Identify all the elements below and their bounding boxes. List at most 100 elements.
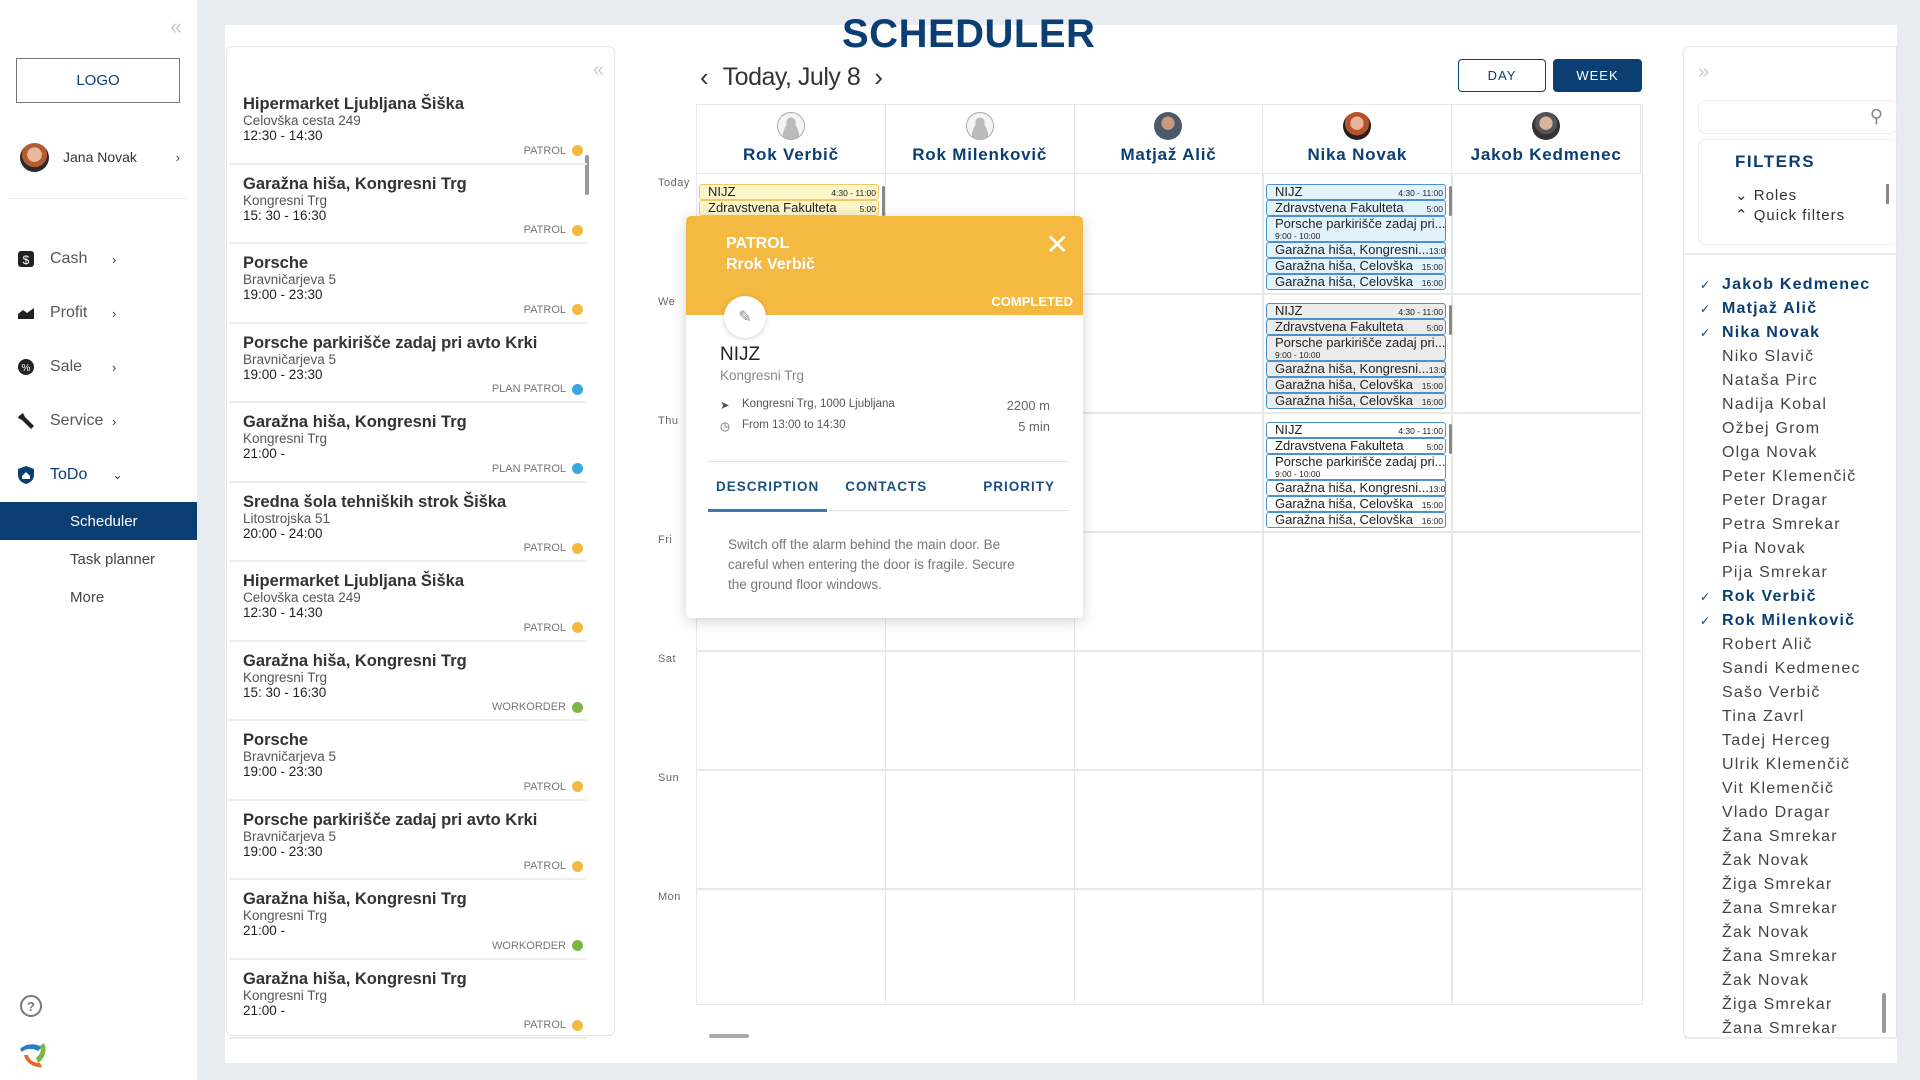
scrollbar[interactable] — [882, 186, 885, 216]
task-list-item[interactable]: Porsche Bravničarjeva 5 19:00 - 23:30 PA… — [229, 244, 587, 324]
user-profile[interactable]: Jana Novak › — [20, 140, 180, 174]
task-list-item[interactable]: Garažna hiša, Kongresni Trg Kongresni Tr… — [229, 880, 587, 960]
scrollbar[interactable] — [1886, 184, 1889, 204]
calendar-event[interactable]: NIJZ 4:30 - 11:00 — [1266, 184, 1446, 200]
person-filter-item[interactable]: Ulrik Klemenčič — [1700, 753, 1890, 777]
calendar-event[interactable]: Porsche parkirišče zadaj pri... 9:00 - 1… — [1266, 454, 1446, 480]
person-filter-item[interactable]: Olga Novak — [1700, 441, 1890, 465]
collapse-list-icon[interactable]: « — [593, 59, 604, 82]
person-filter-item[interactable]: Robert Alič — [1700, 633, 1890, 657]
calendar-event[interactable]: Zdravstvena Fakulteta 5:00 — [1266, 319, 1446, 335]
sub-item-task-planner[interactable]: Task planner — [0, 540, 197, 578]
nav-item-profit[interactable]: Profit › — [0, 286, 197, 340]
person-filter-item[interactable]: Žana Smrekar — [1700, 897, 1890, 921]
calendar-event[interactable]: Porsche parkirišče zadaj pri... 9:00 - 1… — [1266, 216, 1446, 242]
person-filter-item[interactable]: Vit Klemenčič — [1700, 777, 1890, 801]
calendar-event[interactable]: Garažna hiša, Celovška 16:00 — [1266, 393, 1446, 409]
filter-roles[interactable]: ⌄ Roles — [1735, 186, 1797, 204]
help-icon[interactable]: ? — [20, 995, 42, 1017]
person-filter-item[interactable]: Petra Smrekar — [1700, 513, 1890, 537]
calendar-event[interactable]: Garažna hiša, Celovška 15:00 — [1266, 377, 1446, 393]
day-view-button[interactable]: DAY — [1458, 59, 1546, 92]
expand-panel-icon[interactable]: » — [1698, 61, 1709, 84]
column-header[interactable]: Rok Milenkovič — [885, 105, 1075, 174]
scrollbar[interactable] — [1882, 993, 1886, 1033]
chevron-right-icon[interactable]: › — [874, 62, 883, 93]
edit-button[interactable]: ✎ — [724, 296, 766, 338]
column-header[interactable]: Nika Novak — [1263, 105, 1453, 174]
person-filter-item[interactable]: Žak Novak — [1700, 921, 1890, 945]
calendar-event[interactable]: NIJZ 4:30 - 11:00 — [1266, 422, 1446, 438]
tab-contacts[interactable]: CONTACTS — [845, 462, 927, 510]
person-filter-item[interactable]: Peter Klemenčič — [1700, 465, 1890, 489]
person-filter-item[interactable]: Tina Zavrl — [1700, 705, 1890, 729]
person-filter-item[interactable]: ✓ Nika Novak — [1700, 321, 1890, 345]
calendar-event[interactable]: Garažna hiša, Celovška 15:00 — [1266, 496, 1446, 512]
person-filter-item[interactable]: Žiga Smrekar — [1700, 873, 1890, 897]
person-filter-item[interactable]: Tadej Herceg — [1700, 729, 1890, 753]
filter-quick-filters[interactable]: ⌃ Quick filters — [1735, 206, 1845, 224]
person-filter-item[interactable]: Pia Novak — [1700, 537, 1890, 561]
task-list-item[interactable]: Garažna hiša, Kongresni Trg Kongresni Tr… — [229, 642, 587, 721]
task-list-item[interactable]: Garažna hiša, Kongresni Trg Kongresni Tr… — [229, 403, 587, 483]
person-filter-item[interactable]: Sandi Kedmenec — [1700, 657, 1890, 681]
person-filter-item[interactable]: ✓ Jakob Kedmenec — [1700, 273, 1890, 297]
calendar-event[interactable]: Garažna hiša, Celovška 16:00 — [1266, 512, 1446, 528]
tab-priority[interactable]: PRIORITY — [983, 462, 1055, 510]
calendar-event[interactable]: Zdravstvena Fakulteta 5:00 — [1266, 438, 1446, 454]
task-list-item[interactable]: Porsche parkirišče zadaj pri avto Krki B… — [229, 324, 587, 403]
column-header[interactable]: Matjaž Alič — [1074, 105, 1264, 174]
person-filter-item[interactable]: Žiga Smrekar — [1700, 993, 1890, 1017]
task-list-item[interactable]: Hipermarket Ljubljana Šiška Celovška ces… — [229, 562, 587, 642]
nav-item-todo[interactable]: ToDo ⌄ — [0, 448, 197, 502]
person-filter-item[interactable]: Sašo Verbič — [1700, 681, 1890, 705]
calendar-event[interactable]: Garažna hiša, Kongresni... 13:00 — [1266, 480, 1446, 496]
person-filter-item[interactable]: Žana Smrekar — [1700, 945, 1890, 969]
task-list-item[interactable]: Garažna hiša, Kongresni Trg Kongresni Tr… — [229, 165, 587, 244]
collapse-sidebar-icon[interactable]: « — [170, 14, 182, 40]
close-icon[interactable]: ✕ — [1046, 228, 1069, 261]
person-filter-item[interactable]: Žana Smrekar — [1700, 825, 1890, 849]
column-header[interactable]: Rok Verbič — [697, 105, 886, 174]
calendar-event[interactable]: Zdravstvena Fakulteta 5:00 — [699, 200, 879, 216]
column-header[interactable]: Jakob Kedmenec — [1452, 105, 1641, 174]
task-list-item[interactable]: Garažna hiša, Kongresni Trg Kongresni Tr… — [229, 960, 587, 1039]
person-filter-item[interactable]: ✓ Matjaž Alič — [1700, 297, 1890, 321]
task-list-item[interactable]: Sredna šola tehniških strok Šiška Litost… — [229, 483, 587, 562]
sub-item-scheduler[interactable]: Scheduler — [0, 502, 197, 540]
person-filter-item[interactable]: Žak Novak — [1700, 969, 1890, 993]
week-view-button[interactable]: WEEK — [1553, 59, 1642, 92]
calendar-event[interactable]: NIJZ 4:30 - 11:00 — [1266, 303, 1446, 319]
person-filter-item[interactable]: Pija Smrekar — [1700, 561, 1890, 585]
scrollbar[interactable] — [1449, 424, 1452, 454]
calendar-event[interactable]: Garažna hiša, Celovška 15:00 — [1266, 258, 1446, 274]
task-list-item[interactable]: Porsche Bravničarjeva 5 19:00 - 23:30 PA… — [229, 721, 587, 801]
task-list-item[interactable]: Porsche parkirišče zadaj pri avto Krki B… — [229, 801, 587, 880]
horizontal-scrollbar[interactable] — [709, 1034, 749, 1038]
person-filter-item[interactable]: Nataša Pirc — [1700, 369, 1890, 393]
scrollbar[interactable] — [1449, 305, 1452, 335]
person-filter-item[interactable]: Peter Dragar — [1700, 489, 1890, 513]
calendar-event[interactable]: Porsche parkirišče zadaj pri... 9:00 - 1… — [1266, 335, 1446, 361]
sub-item-more[interactable]: More — [0, 578, 197, 616]
nav-item-cash[interactable]: $ Cash › — [0, 232, 197, 286]
calendar-event[interactable]: Zdravstvena Fakulteta 5:00 — [1266, 200, 1446, 216]
tab-description[interactable]: DESCRIPTION — [707, 462, 828, 512]
chevron-left-icon[interactable]: ‹ — [700, 62, 709, 93]
nav-item-sale[interactable]: % Sale › — [0, 340, 197, 394]
person-filter-item[interactable]: Vlado Dragar — [1700, 801, 1890, 825]
calendar-event[interactable]: Garažna hiša, Kongresni... 13:00 — [1266, 361, 1446, 377]
scrollbar[interactable] — [1449, 186, 1452, 216]
person-filter-item[interactable]: ✓ Rok Milenkovič — [1700, 609, 1890, 633]
person-filter-item[interactable]: Ožbej Grom — [1700, 417, 1890, 441]
search-input[interactable]: ⚲ — [1698, 100, 1898, 134]
person-filter-item[interactable]: ✓ Rok Verbič — [1700, 585, 1890, 609]
person-filter-item[interactable]: Žak Novak — [1700, 849, 1890, 873]
calendar-event[interactable]: Garažna hiša, Kongresni... 13:00 — [1266, 242, 1446, 258]
person-filter-item[interactable]: Niko Slavič — [1700, 345, 1890, 369]
nav-item-service[interactable]: Service › — [0, 394, 197, 448]
calendar-event[interactable]: Garažna hiša, Celovška 16:00 — [1266, 274, 1446, 290]
person-filter-item[interactable]: Nadija Kobal — [1700, 393, 1890, 417]
calendar-event[interactable]: NIJZ 4:30 - 11:00 — [699, 184, 879, 200]
task-list-item[interactable]: Hipermarket Ljubljana Šiška Celovška ces… — [229, 85, 587, 165]
